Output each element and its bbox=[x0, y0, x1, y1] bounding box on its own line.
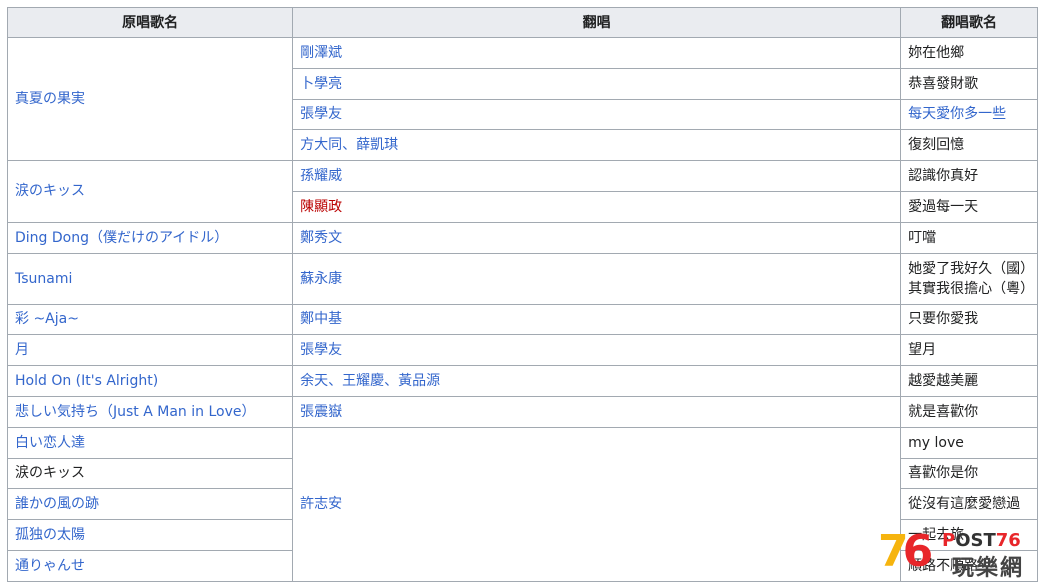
table-row: Ding Dong（僕だけのアイドル） 鄭秀文 叮噹 bbox=[6, 221, 1038, 254]
table-header-row: 原唱歌名 翻唱 翻唱歌名 bbox=[6, 7, 1038, 38]
cover-artist-cell[interactable]: 陳顯政 bbox=[292, 190, 902, 223]
cover-song-cell: 望月 bbox=[900, 334, 1038, 367]
cover-artist-cell[interactable]: 許志安 bbox=[292, 426, 902, 582]
watermark-post-c: 76 bbox=[995, 530, 1021, 551]
watermark-chinese-text: 玩樂網 bbox=[952, 556, 1025, 581]
cover-artist-cell[interactable]: 余天、王耀慶、黃品源 bbox=[292, 365, 902, 397]
cover-song-cell: 從沒有這麼愛戀過 bbox=[900, 488, 1038, 521]
original-song-cell[interactable]: 涙のキッス bbox=[6, 160, 294, 223]
original-song-cell[interactable]: 月 bbox=[6, 334, 294, 367]
table-row: 悲しい気持ち（Just A Man in Love） 張震嶽 就是喜歡你 bbox=[6, 395, 1038, 428]
cover-songs-table: 原唱歌名 翻唱 翻唱歌名 真夏の果実 剛澤斌 妳在他鄉 卜學亮 恭喜發財歌 張學友 每天愛你… bbox=[6, 7, 1038, 582]
cover-song-cell[interactable]: 每天愛你多一些 bbox=[900, 98, 1038, 131]
watermark-digit-6: 6 bbox=[902, 526, 934, 577]
cover-song-cell: 叮噹 bbox=[900, 221, 1038, 254]
site-watermark-logo: 76 POST76 玩樂網 bbox=[878, 526, 1050, 581]
original-song-cell[interactable]: 誰かの風の跡 bbox=[6, 488, 294, 521]
header-cover-song[interactable]: 翻唱歌名 bbox=[900, 7, 1038, 38]
cover-song-line: 其實我很擔心（粵） bbox=[908, 280, 1035, 297]
cover-artist-cell[interactable]: 卜學亮 bbox=[292, 67, 902, 100]
table-row: 彩 ~Aja~ 鄭中基 只要你愛我 bbox=[6, 303, 1038, 336]
cover-artist-cell[interactable]: 張震嶽 bbox=[292, 395, 902, 428]
original-song-cell[interactable]: 通りゃんせ bbox=[6, 549, 294, 582]
cover-song-cell: 愛過每一天 bbox=[900, 190, 1038, 223]
cover-song-cell: my love bbox=[900, 426, 1038, 459]
original-song-cell[interactable]: Tsunami bbox=[6, 252, 294, 305]
table-wrapper: 原唱歌名 翻唱 翻唱歌名 真夏の果実 剛澤斌 妳在他鄉 卜學亮 恭喜發財歌 張學友 每天愛你… bbox=[6, 7, 1038, 582]
cover-song-cell: 只要你愛我 bbox=[900, 303, 1038, 336]
original-song-cell[interactable]: Hold On (It's Alright) bbox=[6, 365, 294, 397]
cover-song-cell: 復刻回憶 bbox=[900, 129, 1038, 162]
cover-song-cell: 認識你真好 bbox=[900, 160, 1038, 192]
cover-artist-cell[interactable]: 鄭中基 bbox=[292, 303, 902, 336]
watermark-post-a: P bbox=[942, 530, 956, 551]
cover-song-line: 她愛了我好久（國） bbox=[908, 260, 1035, 277]
cover-artist-cell[interactable]: 剛澤斌 bbox=[292, 37, 902, 69]
watermark-post-b: OST bbox=[955, 530, 996, 551]
watermark-number: 76 bbox=[878, 526, 934, 577]
table-row: 月張學友 望月 bbox=[6, 334, 1038, 367]
original-song-cell[interactable]: 彩 ~Aja~ bbox=[6, 303, 294, 336]
original-song-cell[interactable]: Ding Dong（僕だけのアイドル） bbox=[6, 221, 294, 254]
original-song-cell[interactable]: 悲しい気持ち（Just A Man in Love） bbox=[6, 395, 294, 428]
cover-song-cell: 她愛了我好久（國） 其實我很擔心（粵） bbox=[900, 252, 1038, 305]
cover-artist-cell[interactable]: 孫耀威 bbox=[292, 160, 902, 192]
cover-song-cell: 越愛越美麗 bbox=[900, 365, 1038, 397]
cover-artist-cell[interactable]: 方大同、薛凱琪 bbox=[292, 129, 902, 162]
cover-artist-cell[interactable]: 鄭秀文 bbox=[292, 221, 902, 254]
table-row: Hold On (It's Alright) 余天、王耀慶、黃品源 越愛越美麗 bbox=[6, 365, 1038, 397]
original-song-cell[interactable]: 白い恋人達 bbox=[6, 426, 294, 459]
cover-song-cell: 喜歡你是你 bbox=[900, 457, 1038, 490]
table-row: 涙のキッス 孫耀威 認識你真好 bbox=[6, 160, 1038, 223]
cover-artist-cell[interactable]: 蘇永康 bbox=[292, 252, 902, 305]
cover-song-cell: 妳在他鄉 bbox=[900, 37, 1038, 69]
cover-artist-cell[interactable]: 張學友 bbox=[292, 334, 902, 367]
original-song-cell[interactable]: 真夏の果実 bbox=[6, 36, 294, 162]
table-body: 真夏の果実 剛澤斌 妳在他鄉 卜學亮 恭喜發財歌 張學友 每天愛你多一些 方大同、薛凱琪 復刻回… bbox=[6, 36, 1038, 582]
table-row: 真夏の果実 剛澤斌 妳在他鄉 bbox=[6, 36, 1038, 162]
table-row: Tsunami 蘇永康 她愛了我好久（國） 其實我很擔心（粵） bbox=[6, 252, 1038, 305]
cover-song-cell: 恭喜發財歌 bbox=[900, 67, 1038, 100]
original-song-cell[interactable]: 孤独の太陽 bbox=[6, 519, 294, 551]
table-row: 白い恋人達 許志安 my love bbox=[6, 426, 1038, 582]
header-cover-artist[interactable]: 翻唱 bbox=[292, 7, 902, 38]
original-song-cell: 涙のキッス bbox=[6, 457, 294, 490]
watermark-post-text: POST76 bbox=[942, 530, 1021, 551]
cover-song-cell: 就是喜歡你 bbox=[900, 395, 1038, 428]
watermark-digit-7: 7 bbox=[878, 526, 909, 577]
header-original-song[interactable]: 原唱歌名 bbox=[6, 7, 294, 38]
cover-artist-cell[interactable]: 張學友 bbox=[292, 98, 902, 131]
